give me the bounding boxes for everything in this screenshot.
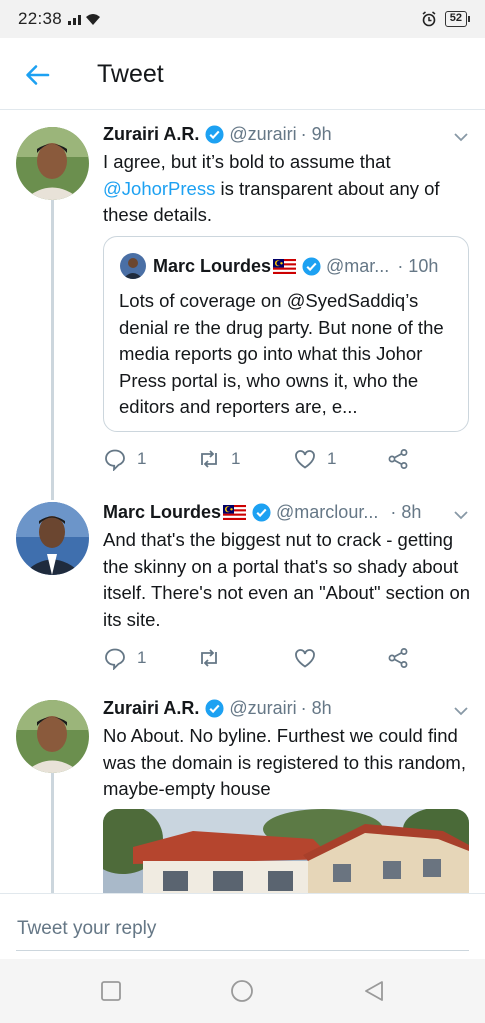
system-nav-bar bbox=[0, 959, 485, 1023]
tweet-time: · 8h bbox=[300, 698, 332, 718]
quote-header: Marc Lourdes @mar... · 10h bbox=[120, 253, 438, 279]
page-title: Tweet bbox=[97, 60, 164, 88]
chevron-down-icon[interactable] bbox=[453, 129, 469, 145]
reply-icon bbox=[105, 449, 125, 471]
tweet-header: Zurairi A.R. @zurairi · 8h bbox=[103, 698, 332, 719]
nav-square-icon[interactable] bbox=[99, 979, 123, 1003]
share-icon bbox=[388, 449, 408, 469]
tweet-text: And that's the biggest nut to crack - ge… bbox=[103, 529, 471, 630]
tweet-header: Marc Lourdes @marclour... · 8h bbox=[103, 502, 421, 523]
avatar[interactable] bbox=[16, 700, 89, 773]
like-count: 1 bbox=[327, 449, 337, 468]
share-button[interactable] bbox=[386, 646, 410, 670]
mention-link[interactable]: @JohorPress bbox=[103, 178, 215, 199]
verified-icon bbox=[252, 503, 271, 522]
thread-line bbox=[51, 770, 54, 895]
malaysia-flag-icon bbox=[273, 258, 297, 274]
wifi-icon bbox=[86, 14, 101, 25]
reply-button[interactable]: 1 bbox=[103, 447, 197, 471]
author-name[interactable]: Marc Lourdes bbox=[103, 502, 221, 523]
chevron-down-icon[interactable] bbox=[453, 703, 469, 719]
quote-avatar bbox=[120, 253, 146, 279]
author-name[interactable]: Zurairi A.R. bbox=[103, 124, 199, 145]
tweet-header: Zurairi A.R. @zurairi · 9h bbox=[103, 124, 332, 145]
divider bbox=[16, 950, 469, 951]
reply-icon bbox=[105, 648, 125, 670]
battery-indicator: 52 bbox=[444, 11, 471, 27]
retweet-button[interactable] bbox=[197, 646, 293, 670]
author-name[interactable]: Zurairi A.R. bbox=[103, 698, 199, 719]
thread-line bbox=[51, 200, 54, 500]
like-button[interactable]: 1 bbox=[293, 447, 386, 471]
nav-circle-icon[interactable] bbox=[230, 979, 254, 1003]
author-handle[interactable]: @zurairi bbox=[229, 698, 296, 719]
reply-count: 1 bbox=[137, 648, 147, 667]
reply-count: 1 bbox=[137, 449, 147, 468]
tweet-actions: 1 1 1 bbox=[103, 447, 410, 471]
quoted-tweet[interactable]: Marc Lourdes @mar... · 10h Lots of cover… bbox=[103, 236, 469, 432]
status-bar: 22:38 52 bbox=[0, 0, 485, 38]
retweet-icon bbox=[201, 649, 217, 667]
reply-button[interactable]: 1 bbox=[103, 646, 197, 670]
malaysia-flag-icon bbox=[223, 505, 247, 520]
like-icon bbox=[295, 450, 315, 469]
like-button[interactable] bbox=[293, 646, 386, 670]
tweet-photo[interactable] bbox=[103, 809, 469, 899]
reply-composer[interactable]: Tweet your reply bbox=[0, 893, 485, 959]
author-handle[interactable]: @marclour... bbox=[276, 502, 378, 523]
reply-input[interactable]: Tweet your reply bbox=[17, 918, 156, 940]
back-arrow-icon[interactable] bbox=[22, 60, 52, 90]
tweet-actions: 1 bbox=[103, 646, 410, 670]
tweet-text-part: I agree, but it’s bold to assume that bbox=[103, 151, 391, 172]
tweet-time: · 9h bbox=[300, 124, 332, 144]
app-header: Tweet bbox=[0, 38, 485, 110]
tweet-text: No About. No byline. Furthest we could f… bbox=[103, 725, 466, 799]
quote-author-handle: @mar... bbox=[326, 255, 390, 276]
share-icon bbox=[388, 648, 408, 668]
nav-triangle-icon[interactable] bbox=[362, 979, 386, 1003]
avatar[interactable] bbox=[16, 127, 89, 200]
chevron-down-icon[interactable] bbox=[453, 507, 469, 523]
verified-icon bbox=[205, 125, 224, 144]
quote-author-name: Marc Lourdes bbox=[153, 255, 272, 276]
verified-icon bbox=[205, 699, 224, 718]
retweet-count: 1 bbox=[231, 449, 241, 468]
verified-icon bbox=[302, 256, 321, 276]
retweet-button[interactable]: 1 bbox=[197, 447, 293, 471]
status-time: 22:38 bbox=[18, 9, 63, 28]
tweet-time: · 8h bbox=[390, 502, 422, 522]
share-button[interactable] bbox=[386, 447, 410, 471]
tweet-text: I agree, but it’s bold to assume that @J… bbox=[103, 149, 473, 229]
retweet-icon bbox=[201, 450, 217, 468]
alarm-icon bbox=[422, 11, 436, 27]
quote-text: Lots of coverage on @SyedSaddiq’s denial… bbox=[119, 290, 444, 417]
quote-time: · 10h bbox=[397, 255, 439, 276]
avatar[interactable] bbox=[16, 502, 89, 575]
author-handle[interactable]: @zurairi bbox=[229, 124, 296, 145]
like-icon bbox=[295, 649, 315, 668]
signal-icon bbox=[68, 13, 82, 25]
